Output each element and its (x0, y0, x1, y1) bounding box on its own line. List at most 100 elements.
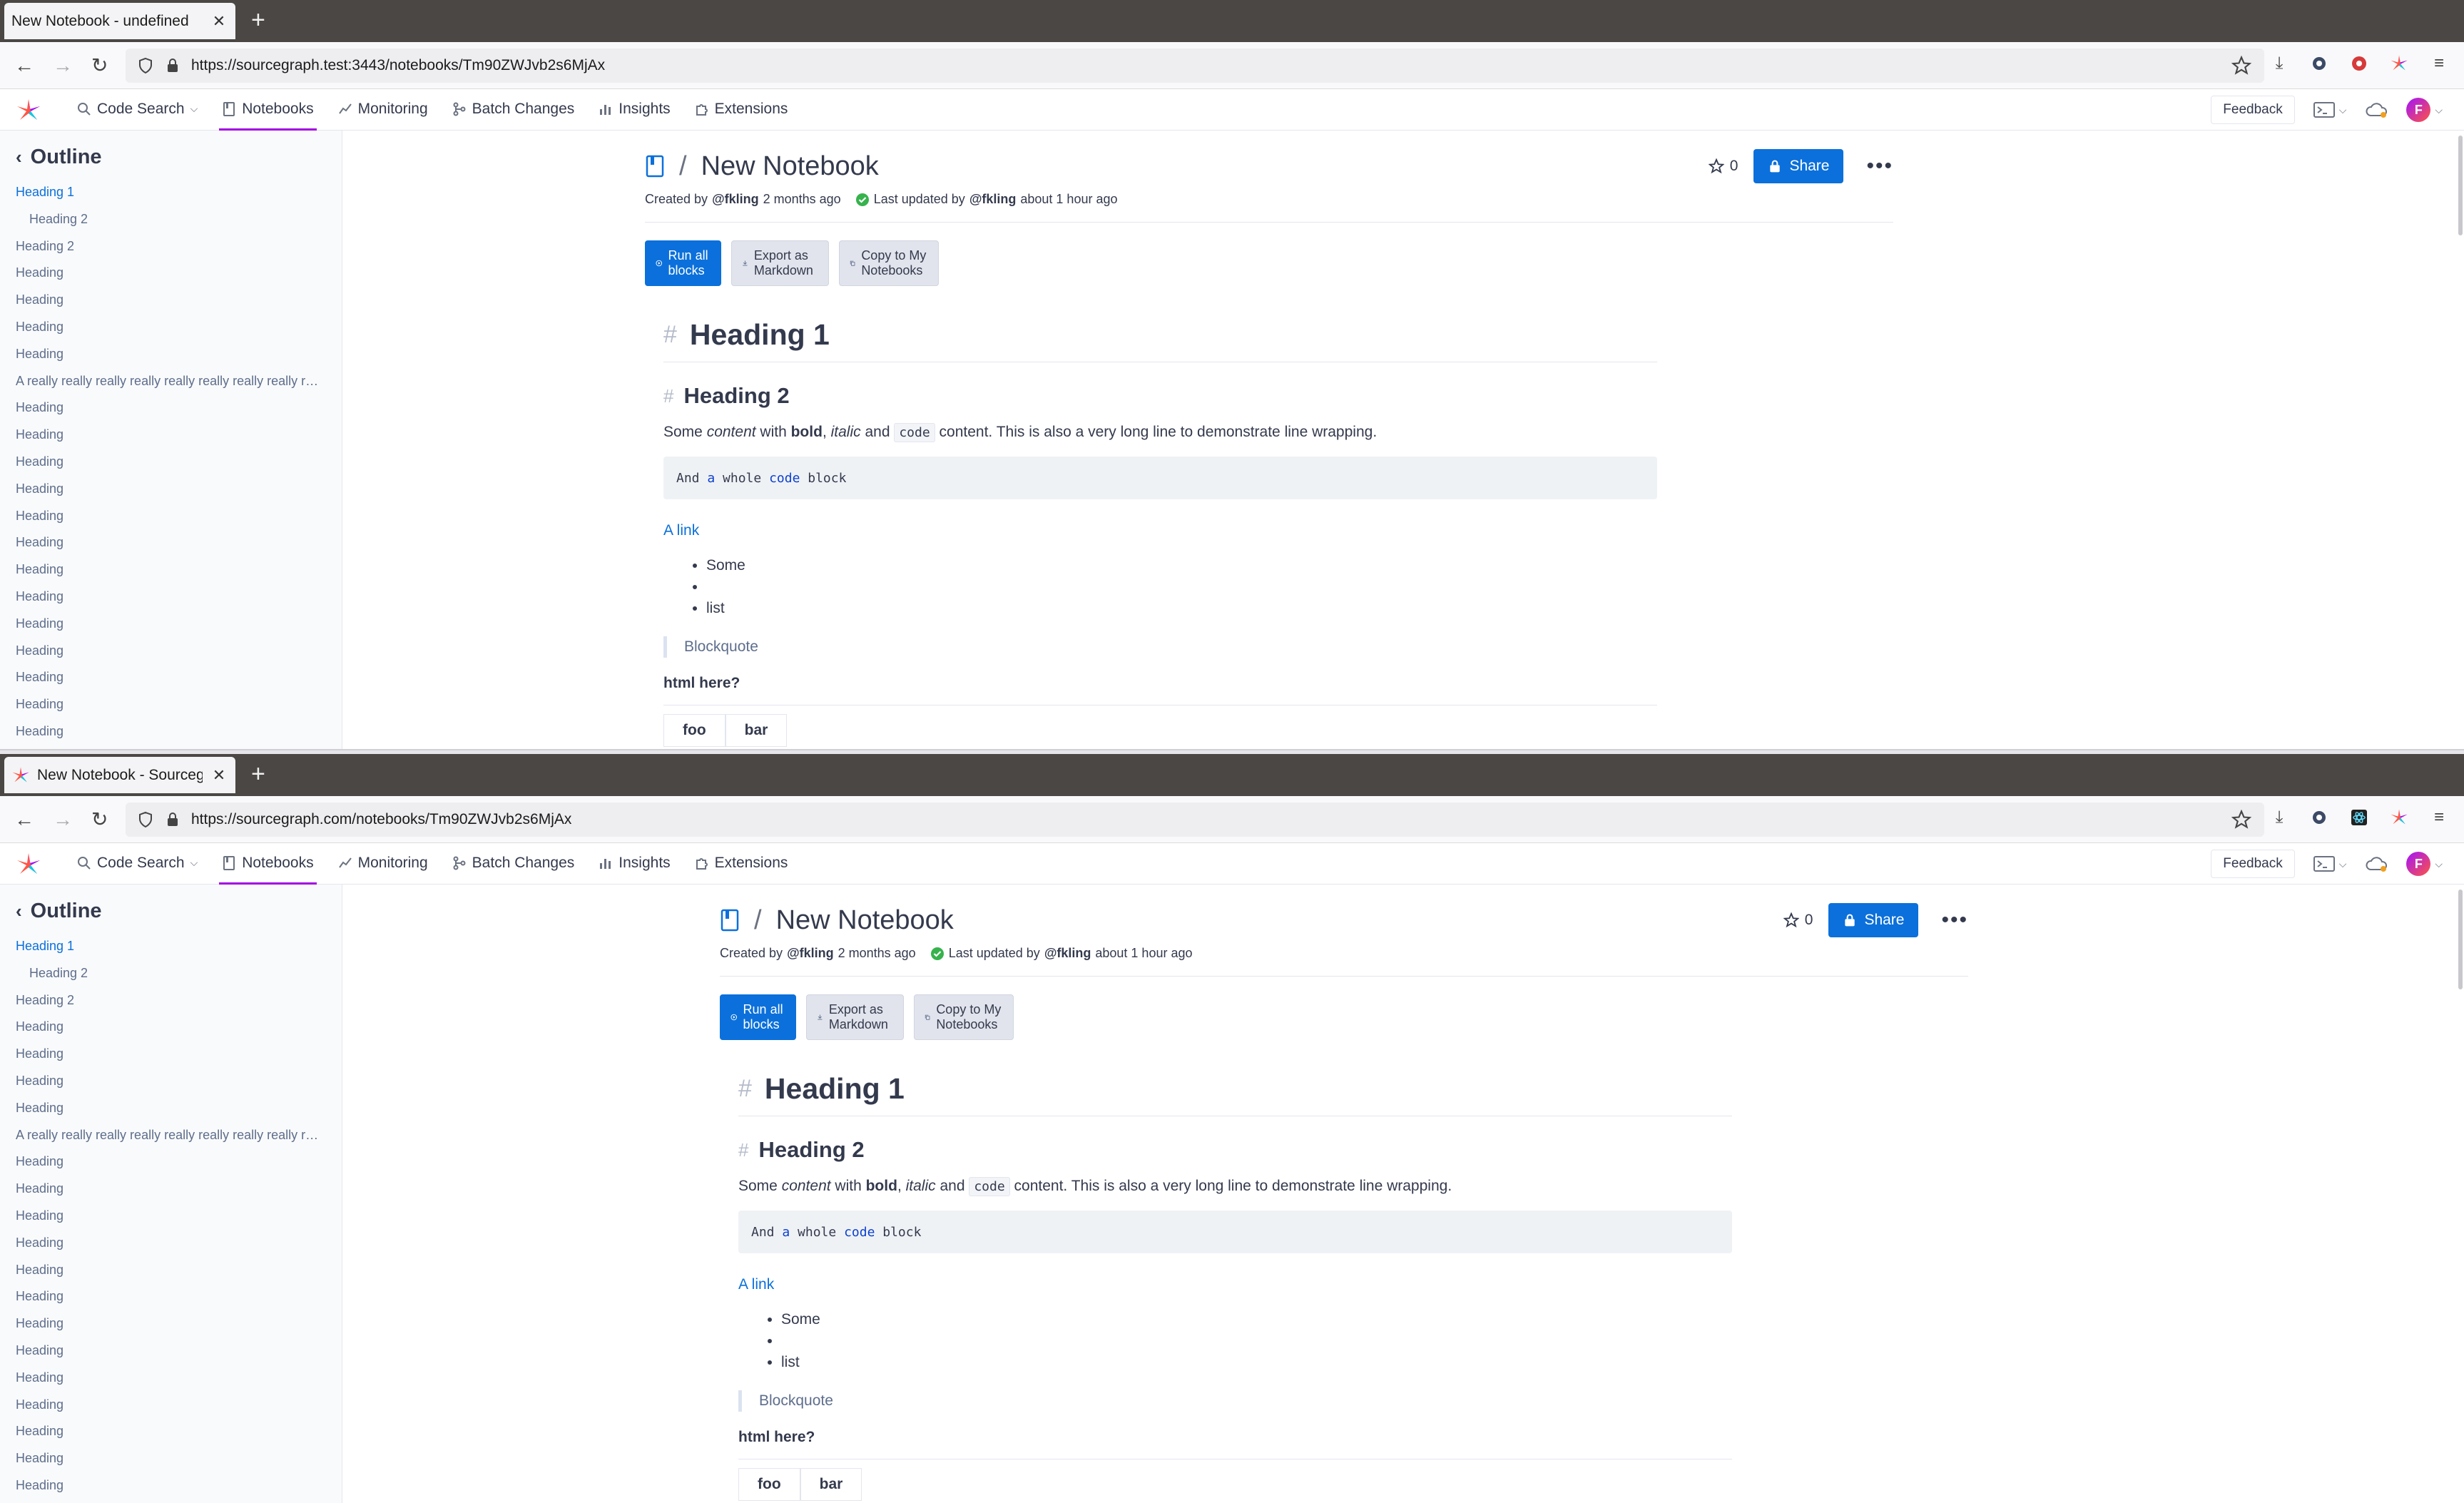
run-all-blocks-button[interactable]: Run all blocks (720, 994, 797, 1040)
nav-item-extensions[interactable]: Extensions (692, 89, 791, 131)
reload-icon[interactable]: ↻ (91, 54, 108, 77)
outline-item[interactable]: Heading (16, 529, 322, 556)
extension-red-icon[interactable] (2348, 53, 2370, 74)
terminal-dropdown[interactable]: ⌵ (2313, 101, 2346, 118)
copy-to-my-notebooks-button[interactable]: Copy to My Notebooks (839, 240, 940, 286)
export-markdown-button[interactable]: Export as Markdown (731, 240, 830, 286)
cloud-status-icon[interactable] (2365, 855, 2388, 872)
url-bar[interactable]: https://sourcegraph.com/notebooks/Tm90ZW… (126, 803, 2264, 837)
sourcegraph-extension-icon[interactable] (2388, 807, 2410, 828)
feedback-button[interactable]: Feedback (2211, 96, 2295, 124)
star-button[interactable]: 0 (1783, 912, 1813, 929)
cloud-status-icon[interactable] (2365, 101, 2388, 118)
user-menu[interactable]: F ⌵ (2406, 98, 2443, 122)
outline-item[interactable]: Heading (16, 422, 322, 449)
export-markdown-button[interactable]: Export as Markdown (806, 994, 905, 1040)
nav-item-notebooks[interactable]: Notebooks (219, 843, 317, 885)
close-tab-icon[interactable]: ✕ (210, 766, 228, 785)
sourcegraph-extension-icon[interactable] (2388, 53, 2410, 74)
extension-icon[interactable] (2308, 807, 2330, 828)
nav-item-insights[interactable]: Insights (596, 89, 673, 131)
more-options-icon[interactable]: ••• (1866, 154, 1893, 178)
reload-icon[interactable]: ↻ (91, 808, 108, 831)
outline-item[interactable]: Heading (16, 503, 322, 530)
heading-anchor-icon[interactable]: # (738, 1075, 752, 1103)
outline-item[interactable]: Heading (16, 1472, 322, 1499)
nav-item-batch-changes[interactable]: Batch Changes (449, 89, 578, 131)
sourcegraph-logo-icon[interactable] (16, 98, 41, 123)
markdown-link[interactable]: A link (738, 1276, 1732, 1293)
outline-item[interactable]: Heading 1 (16, 933, 322, 960)
outline-item[interactable]: Heading (16, 1499, 322, 1503)
react-devtools-icon[interactable] (2348, 807, 2370, 828)
heading-anchor-icon[interactable]: # (663, 385, 673, 407)
lock-icon[interactable] (164, 811, 181, 828)
star-button[interactable]: 0 (1708, 158, 1738, 175)
more-options-icon[interactable]: ••• (1941, 908, 1968, 932)
outline-header[interactable]: ‹ Outline (16, 143, 342, 170)
markdown-link[interactable]: A link (663, 522, 1657, 539)
outline-item[interactable]: Heading 2 (16, 206, 322, 233)
markdown-block[interactable]: # Heading 1 # Heading 2 Some content wit… (738, 1067, 1732, 1501)
bookmark-star-icon[interactable] (2231, 56, 2251, 76)
forward-icon[interactable]: → (53, 54, 73, 77)
new-tab-button[interactable]: + (251, 760, 265, 788)
outline-item[interactable]: Heading (16, 341, 322, 368)
outline-item[interactable]: Heading (16, 1338, 322, 1365)
extension-icon[interactable] (2308, 53, 2330, 74)
nav-item-extensions[interactable]: Extensions (692, 843, 791, 885)
updated-by-link[interactable]: @fkling (1044, 946, 1091, 961)
back-icon[interactable]: ← (14, 54, 34, 77)
lock-icon[interactable] (164, 57, 181, 74)
created-by-link[interactable]: @fkling (712, 192, 759, 207)
outline-item[interactable]: A really really really really really rea… (16, 368, 322, 395)
outline-item[interactable]: Heading (16, 394, 322, 422)
chevron-left-icon[interactable]: ‹ (16, 146, 22, 168)
page-scrollbar[interactable] (2458, 890, 2463, 989)
shield-icon[interactable] (137, 57, 154, 74)
outline-item[interactable]: Heading (16, 1257, 322, 1284)
run-all-blocks-button[interactable]: Run all blocks (645, 240, 722, 286)
heading-anchor-icon[interactable]: # (738, 1139, 748, 1161)
feedback-button[interactable]: Feedback (2211, 850, 2295, 878)
outline-item[interactable]: Heading (16, 1203, 322, 1230)
outline-item[interactable]: Heading 2 (16, 987, 322, 1014)
updated-by-link[interactable]: @fkling (969, 192, 1017, 207)
outline-item[interactable]: Heading 2 (16, 960, 322, 987)
chevron-left-icon[interactable]: ‹ (16, 900, 22, 922)
outline-item[interactable]: Heading (16, 584, 322, 611)
outline-item[interactable]: Heading (16, 1176, 322, 1203)
page-scrollbar[interactable] (2458, 136, 2463, 235)
url-bar[interactable]: https://sourcegraph.test:3443/notebooks/… (126, 49, 2264, 83)
close-tab-icon[interactable]: ✕ (210, 12, 228, 31)
outline-item[interactable]: Heading (16, 691, 322, 718)
share-button[interactable]: Share (1753, 149, 1844, 183)
shield-icon[interactable] (137, 811, 154, 828)
download-icon[interactable]: ⤓ (2269, 53, 2290, 74)
outline-item[interactable]: Heading (16, 664, 322, 691)
forward-icon[interactable]: → (53, 808, 73, 831)
outline-item[interactable]: Heading (16, 1283, 322, 1310)
nav-item-insights[interactable]: Insights (596, 843, 673, 885)
menu-icon[interactable]: ≡ (2428, 53, 2450, 74)
outline-item[interactable]: Heading (16, 1148, 322, 1176)
nav-item-code-search[interactable]: Code Search ⌵ (74, 843, 200, 885)
outline-header[interactable]: ‹ Outline (16, 897, 342, 924)
back-icon[interactable]: ← (14, 808, 34, 831)
outline-item[interactable]: Heading (16, 287, 322, 314)
page-title[interactable]: New Notebook (776, 905, 954, 936)
outline-item[interactable]: Heading 1 (16, 179, 322, 206)
outline-item[interactable]: Heading (16, 718, 322, 745)
outline-item[interactable]: Heading (16, 1310, 322, 1338)
new-tab-button[interactable]: + (251, 6, 265, 34)
outline-item[interactable]: Heading (16, 1418, 322, 1445)
nav-item-monitoring[interactable]: Monitoring (335, 843, 431, 885)
outline-item[interactable]: Heading (16, 1041, 322, 1068)
sourcegraph-logo-icon[interactable] (16, 852, 41, 877)
terminal-dropdown[interactable]: ⌵ (2313, 855, 2346, 872)
outline-item[interactable]: Heading (16, 556, 322, 584)
browser-tab[interactable]: New Notebook - undefined ✕ (4, 3, 235, 39)
menu-icon[interactable]: ≡ (2428, 807, 2450, 828)
outline-item[interactable]: Heading (16, 611, 322, 638)
outline-item[interactable]: Heading (16, 1230, 322, 1257)
